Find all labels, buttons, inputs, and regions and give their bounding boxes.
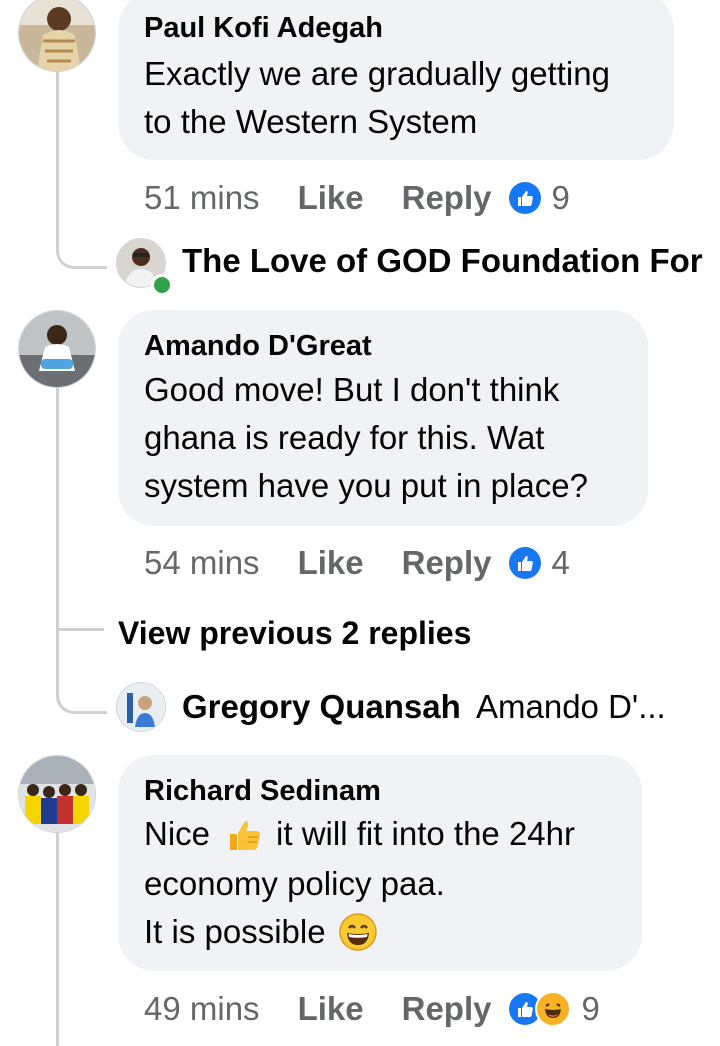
comment-actions: 51 mins Like Reply 9 xyxy=(144,178,570,218)
comment-text-line: Good move! But I don't think xyxy=(144,371,560,408)
comment-time[interactable]: 49 mins xyxy=(144,990,260,1028)
comment-text-line: ghana is ready for this. Wat xyxy=(144,419,545,456)
thread-connector xyxy=(56,200,107,269)
reply-button[interactable]: Reply xyxy=(402,179,492,217)
comment-author[interactable]: Paul Kofi Adegah xyxy=(144,12,383,45)
avatar[interactable] xyxy=(18,755,96,833)
comment-time[interactable]: 54 mins xyxy=(144,544,260,582)
avatar[interactable] xyxy=(116,682,166,732)
comment-text-segment: It is possible xyxy=(144,913,326,950)
comment-text-segment: it will fit into the 24hr xyxy=(276,815,575,852)
reaction-count[interactable]: 9 xyxy=(581,990,599,1028)
reply-preview-text[interactable]: Amando D'... xyxy=(476,688,666,726)
reply-author[interactable]: The Love of GOD Foundation For xyxy=(182,242,703,280)
comment-author[interactable]: Amando D'Great xyxy=(144,330,372,363)
thumbs-up-emoji-icon xyxy=(224,814,264,854)
view-previous-replies-link[interactable]: View previous 2 replies xyxy=(118,615,471,652)
comment-text-line: system have you put in place? xyxy=(144,467,588,504)
comment-text-line: Nice it will fit into the 24hr xyxy=(144,810,575,858)
like-icon[interactable] xyxy=(509,547,542,579)
reaction-count[interactable]: 4 xyxy=(551,544,569,582)
reply-button[interactable]: Reply xyxy=(402,990,492,1028)
like-button[interactable]: Like xyxy=(298,179,364,217)
online-status-indicator xyxy=(151,274,173,296)
avatar[interactable] xyxy=(18,310,96,388)
comment-actions: 49 mins Like Reply 9 xyxy=(144,989,600,1029)
thread-connector xyxy=(56,631,107,714)
comment-text-line: Exactly we are gradually getting xyxy=(144,55,610,92)
comment-text-line: It is possible xyxy=(144,908,378,956)
like-button[interactable]: Like xyxy=(298,544,364,582)
comment-author[interactable]: Richard Sedinam xyxy=(144,775,381,808)
thread-line xyxy=(56,832,59,1046)
haha-icon[interactable] xyxy=(535,991,572,1027)
grinning-face-emoji-icon xyxy=(338,912,378,952)
like-icon[interactable] xyxy=(509,182,542,214)
thread-line xyxy=(56,388,59,628)
reaction-count[interactable]: 9 xyxy=(551,179,569,217)
reply-author[interactable]: Gregory Quansah xyxy=(182,688,461,726)
comment-actions: 54 mins Like Reply 4 xyxy=(144,543,570,583)
reply-button[interactable]: Reply xyxy=(402,544,492,582)
like-button[interactable]: Like xyxy=(298,990,364,1028)
comment-text-line: economy policy paa. xyxy=(144,865,445,902)
comment-text-line: to the Western System xyxy=(144,103,478,140)
comment-text-segment: Nice xyxy=(144,815,211,852)
avatar[interactable] xyxy=(18,0,96,72)
comment-time[interactable]: 51 mins xyxy=(144,179,260,217)
